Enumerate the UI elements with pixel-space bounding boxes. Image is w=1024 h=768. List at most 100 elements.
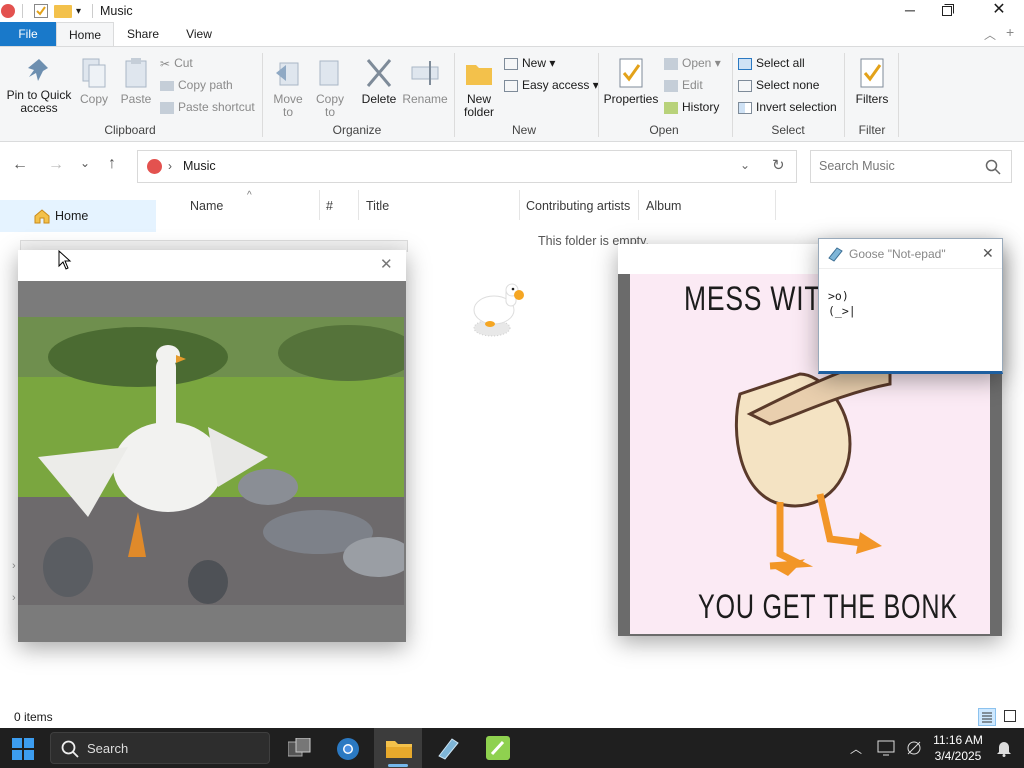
divider bbox=[22, 4, 23, 18]
delete-button[interactable]: Delete bbox=[358, 57, 400, 106]
invert-selection-button[interactable]: Invert selection bbox=[738, 97, 837, 117]
address-bar[interactable]: › Music ⌄ ↻ bbox=[137, 150, 797, 183]
large-icons-view-button[interactable] bbox=[1002, 708, 1018, 724]
notepad-title: Goose "Not-epad" bbox=[849, 247, 946, 261]
goose-notepad-window[interactable]: Goose "Not-epad" ✕ >o) (_>| bbox=[818, 238, 1003, 374]
chrome-taskbar-button[interactable] bbox=[324, 728, 372, 768]
clock[interactable]: 11:16 AM 3/4/2025 bbox=[932, 732, 984, 764]
details-view-icon bbox=[982, 712, 992, 723]
rename-button[interactable]: Rename bbox=[402, 57, 448, 106]
taskbar: Search ︿ 11:16 AM 3/4/2025 bbox=[0, 728, 1024, 768]
properties-button[interactable]: Properties bbox=[602, 57, 660, 106]
tab-view[interactable]: View bbox=[176, 22, 222, 46]
recent-locations-icon[interactable]: ⌄ bbox=[80, 156, 90, 170]
help-plus-icon[interactable]: + bbox=[1006, 24, 1014, 40]
taskbar-search-box[interactable]: Search bbox=[50, 732, 270, 764]
forward-arrow-icon[interactable]: → bbox=[48, 156, 64, 174]
window-title: Music bbox=[100, 4, 133, 18]
chrome-icon bbox=[337, 738, 359, 760]
invert-selection-icon bbox=[738, 101, 752, 114]
open-button[interactable]: Open ▾ bbox=[664, 53, 721, 73]
nav-expand-chevron-icon[interactable]: › bbox=[12, 592, 16, 604]
network-settings-icon[interactable] bbox=[905, 740, 923, 756]
show-hidden-icons-chevron-icon[interactable]: ︿ bbox=[850, 740, 862, 757]
taskbar-search-label: Search bbox=[87, 741, 129, 756]
copy-path-button[interactable]: Copy path bbox=[160, 75, 233, 95]
search-box[interactable]: Search Music bbox=[810, 150, 1012, 183]
tab-share[interactable]: Share bbox=[118, 22, 168, 46]
file-explorer-taskbar-button[interactable] bbox=[374, 728, 422, 768]
nav-item-home[interactable]: Home bbox=[0, 200, 156, 232]
tab-home[interactable]: Home bbox=[56, 22, 114, 47]
group-label-open: Open bbox=[649, 123, 679, 137]
divider bbox=[92, 4, 93, 18]
column-header-name[interactable]: Name bbox=[190, 199, 223, 213]
customize-toolbar-icon[interactable]: ▾ bbox=[76, 6, 81, 17]
task-view-icon bbox=[288, 738, 311, 757]
tab-file[interactable]: File bbox=[0, 22, 56, 46]
invert-selection-label: Invert selection bbox=[756, 100, 837, 114]
cut-button[interactable]: ✂ Cut bbox=[160, 53, 193, 73]
pin-quick-access-button[interactable]: Pin to Quick access bbox=[4, 57, 74, 115]
easy-access-icon bbox=[504, 79, 518, 92]
copy-button[interactable]: Copy bbox=[76, 57, 112, 106]
refresh-icon[interactable]: ↻ bbox=[772, 156, 785, 174]
column-divider bbox=[519, 190, 520, 220]
goose-body-illustration bbox=[734, 354, 892, 576]
scissors-icon: ✂ bbox=[160, 56, 171, 71]
ribbon: Pin to Quick access Copy Paste ✂ Cut Copy… bbox=[0, 46, 1024, 142]
ribbon-separator bbox=[732, 53, 733, 137]
new-item-button[interactable]: New ▾ bbox=[504, 53, 555, 73]
notification-bell-icon[interactable] bbox=[996, 739, 1012, 757]
search-input[interactable]: Search Music bbox=[819, 159, 895, 173]
select-none-button[interactable]: Select none bbox=[738, 75, 819, 95]
edit-button[interactable]: Edit bbox=[664, 75, 703, 95]
close-button[interactable]: ✕ bbox=[990, 2, 1008, 20]
display-icon[interactable] bbox=[877, 740, 895, 756]
delete-label: Delete bbox=[361, 92, 397, 106]
easy-access-button[interactable]: Easy access ▾ bbox=[504, 75, 599, 95]
paste-shortcut-button[interactable]: Paste shortcut bbox=[160, 97, 255, 117]
delete-x-icon bbox=[366, 59, 392, 87]
search-icon[interactable] bbox=[985, 159, 1001, 175]
history-button[interactable]: History bbox=[664, 97, 719, 117]
notepad-taskbar-button[interactable] bbox=[424, 728, 472, 768]
minimize-button[interactable]: ─ bbox=[896, 0, 924, 22]
column-header-title[interactable]: Title bbox=[366, 199, 389, 213]
clock-date: 3/4/2025 bbox=[934, 749, 982, 763]
column-divider bbox=[775, 190, 776, 220]
back-arrow-icon[interactable]: ← bbox=[12, 156, 28, 174]
collapse-ribbon-icon[interactable]: ︿ bbox=[984, 26, 996, 43]
task-view-button[interactable] bbox=[276, 728, 324, 768]
column-header-contributing-artists[interactable]: Contributing artists bbox=[526, 199, 630, 213]
edit-label: Edit bbox=[682, 78, 703, 92]
up-arrow-icon[interactable]: ↑ bbox=[108, 155, 116, 173]
properties-quick-icon[interactable] bbox=[34, 4, 48, 18]
details-view-button[interactable] bbox=[978, 708, 996, 726]
column-header-album[interactable]: Album bbox=[646, 199, 681, 213]
music-app-icon[interactable] bbox=[1, 4, 15, 18]
windows-start-icon[interactable] bbox=[12, 738, 34, 760]
maximize-button[interactable] bbox=[942, 4, 954, 16]
paste-button[interactable]: Paste bbox=[116, 57, 156, 106]
rename-label: Rename bbox=[402, 92, 448, 106]
breadcrumb-chevron-icon: › bbox=[168, 159, 172, 173]
filters-button[interactable]: Filters bbox=[850, 57, 894, 106]
select-all-button[interactable]: Select all bbox=[738, 53, 805, 73]
rename-icon bbox=[411, 61, 439, 85]
breadcrumb-music[interactable]: Music bbox=[183, 159, 216, 173]
column-header-number[interactable]: # bbox=[326, 199, 333, 213]
notepad-text-area[interactable]: >o) (_>| bbox=[828, 289, 856, 319]
status-bar: 0 items bbox=[0, 706, 1024, 728]
large-icons-view-icon bbox=[1004, 710, 1016, 722]
popup-close-button[interactable]: ✕ bbox=[380, 255, 393, 273]
new-folder-button[interactable]: New folder bbox=[458, 57, 500, 119]
address-dropdown-icon[interactable]: ⌄ bbox=[740, 158, 750, 172]
notepad-close-button[interactable]: ✕ bbox=[982, 245, 994, 262]
copy-to-button[interactable]: Copy to bbox=[312, 57, 348, 119]
goose-video-window[interactable]: ✕ bbox=[18, 250, 406, 642]
goose-taskbar-button[interactable] bbox=[474, 728, 522, 768]
nav-expand-chevron-icon[interactable]: › bbox=[12, 560, 16, 572]
move-to-button[interactable]: Move to bbox=[268, 57, 308, 119]
new-folder-quick-icon[interactable] bbox=[54, 5, 72, 18]
